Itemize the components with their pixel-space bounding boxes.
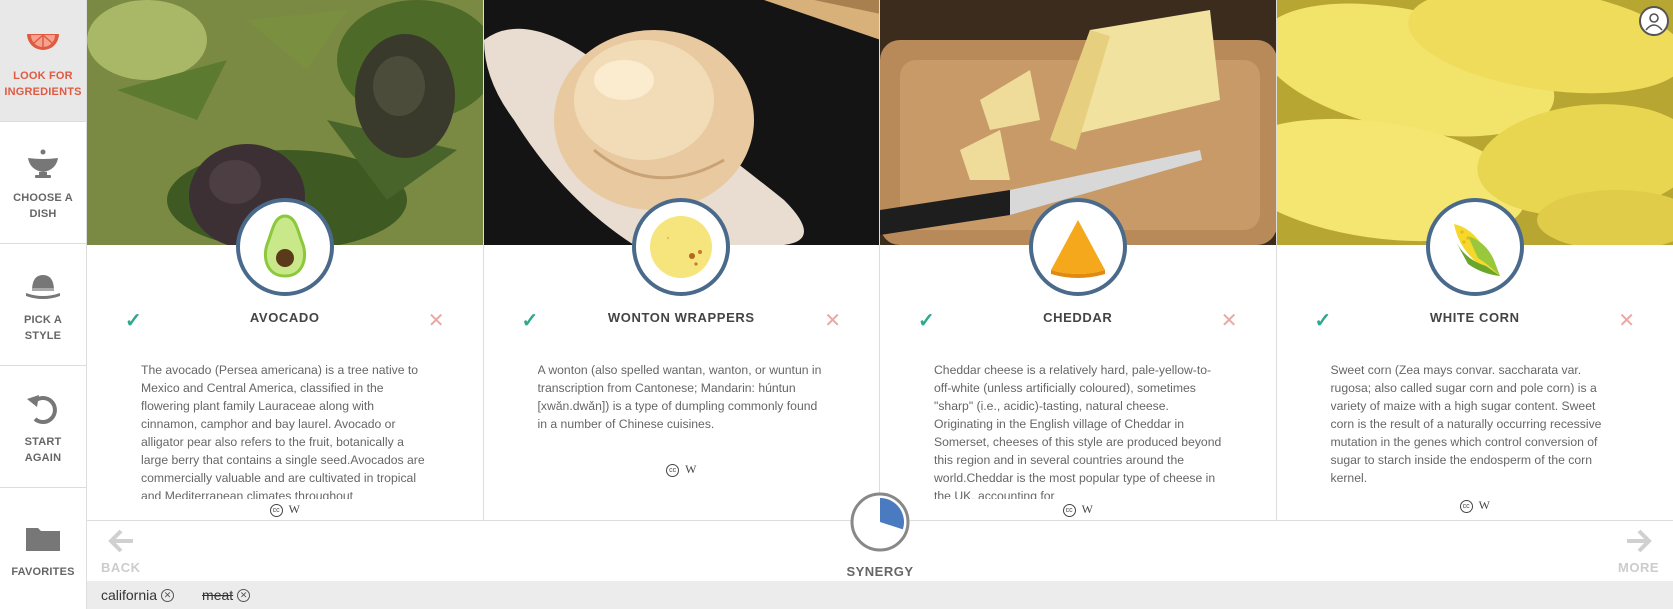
filter-tags: california ✕ meat ✕ <box>87 581 1673 609</box>
wikipedia-link[interactable]: W <box>1479 498 1490 512</box>
wikipedia-link[interactable]: W <box>289 502 300 516</box>
synergy-label: SYNERGY <box>846 564 914 579</box>
filter-tag-text: california <box>101 587 158 603</box>
back-button[interactable]: BACK <box>101 529 141 575</box>
wikipedia-link[interactable]: W <box>685 462 696 476</box>
filter-tag: meat ✕ <box>202 587 251 603</box>
ingredient-title-row: ✓ AVOCADO ✕ <box>87 308 483 332</box>
reject-cross-icon[interactable]: ✕ <box>1618 308 1635 333</box>
ingredient-description: A wonton (also spelled wantan, wanton, o… <box>537 363 822 431</box>
creative-commons-icon[interactable]: cc <box>1062 503 1076 517</box>
creative-commons-icon[interactable]: cc <box>666 463 680 477</box>
sidebar-item-favorites[interactable]: FAVORITES <box>0 488 86 609</box>
wonton-wrapper-icon <box>632 198 731 296</box>
attribution: cc W <box>87 502 483 517</box>
bowler-hat-icon <box>23 266 63 306</box>
ingredient-title-row: ✓ WONTON WRAPPERS ✕ <box>484 308 880 332</box>
ingredient-name: WONTON WRAPPERS <box>607 310 755 325</box>
bottom-bar: BACK SYNERGY MORE <box>87 492 1673 581</box>
ingredient-card: ✓ WHITE CORN ✕ Sweet corn (Zea mays conv… <box>1276 0 1673 520</box>
ingredient-description: The avocado (Persea americana) is a tree… <box>141 363 425 499</box>
reject-cross-icon[interactable]: ✕ <box>824 308 841 333</box>
ingredient-card: ✓ CHEDDAR ✕ Cheddar cheese is a relative… <box>880 0 1277 520</box>
arrow-left-icon <box>107 529 133 553</box>
cheese-wedge-icon <box>1028 198 1127 296</box>
sidebar-item-label: START AGAIN <box>24 435 62 464</box>
ingredient-name: AVOCADO <box>249 310 320 325</box>
ingredient-description: Sweet corn (Zea mays convar. saccharata … <box>1330 363 1602 485</box>
more-label: MORE <box>1618 560 1659 575</box>
sidebar-item-choose-a-dish[interactable]: CHOOSE A DISH <box>0 122 86 244</box>
sidebar-item-start-again[interactable]: START AGAIN <box>0 366 86 488</box>
filter-tag-text: meat <box>202 587 234 603</box>
creative-commons-icon[interactable]: cc <box>1459 499 1473 513</box>
bowl-icon <box>23 144 63 184</box>
wikipedia-link[interactable]: W <box>1082 502 1093 516</box>
remove-tag-icon[interactable]: ✕ <box>237 588 251 602</box>
citrus-slice-icon <box>23 22 63 62</box>
ingredient-name: WHITE CORN <box>1429 310 1520 325</box>
sidebar-item-label: FAVORITES <box>11 566 75 578</box>
attribution: cc W <box>484 462 880 477</box>
filter-tag: california ✕ <box>101 587 175 603</box>
ingredient-description: Cheddar cheese is a relatively hard, pal… <box>934 363 1222 499</box>
synergy-button[interactable]: SYNERGY <box>810 491 950 579</box>
arrow-right-icon <box>1626 529 1652 553</box>
user-profile-icon[interactable] <box>1639 6 1669 36</box>
ingredient-title-row: ✓ CHEDDAR ✕ <box>880 308 1276 332</box>
back-label: BACK <box>101 560 141 575</box>
sidebar-item-look-for-ingredients[interactable]: LOOK FOR INGREDIENTS <box>0 0 86 122</box>
ingredient-card: ✓ WONTON WRAPPERS ✕ A wonton (also spell… <box>483 0 880 520</box>
more-button[interactable]: MORE <box>1618 529 1659 575</box>
corn-cob-icon <box>1425 198 1524 296</box>
reject-cross-icon[interactable]: ✕ <box>1221 308 1238 333</box>
remove-tag-icon[interactable]: ✕ <box>161 588 175 602</box>
ingredient-title-row: ✓ WHITE CORN ✕ <box>1277 308 1673 332</box>
reject-cross-icon[interactable]: ✕ <box>428 308 445 333</box>
sidebar-item-label: CHOOSE A DISH <box>13 191 73 220</box>
sidebar: LOOK FOR INGREDIENTS CHOOSE A DISH PICK … <box>0 0 87 609</box>
attribution: cc W <box>1277 498 1673 513</box>
undo-arrow-icon <box>23 388 63 428</box>
sidebar-item-label: LOOK FOR INGREDIENTS <box>4 69 82 98</box>
ingredient-card: ✓ AVOCADO ✕ The avocado (Persea american… <box>87 0 484 520</box>
avocado-icon <box>235 198 334 296</box>
ingredient-cards: ✓ AVOCADO ✕ The avocado (Persea american… <box>87 0 1673 520</box>
creative-commons-icon[interactable]: cc <box>269 503 283 517</box>
synergy-gauge <box>850 492 910 552</box>
folder-icon <box>23 518 63 558</box>
sidebar-item-pick-a-style[interactable]: PICK A STYLE <box>0 244 86 366</box>
ingredient-name: CHEDDAR <box>1043 310 1113 325</box>
sidebar-item-label: PICK A STYLE <box>23 313 63 342</box>
